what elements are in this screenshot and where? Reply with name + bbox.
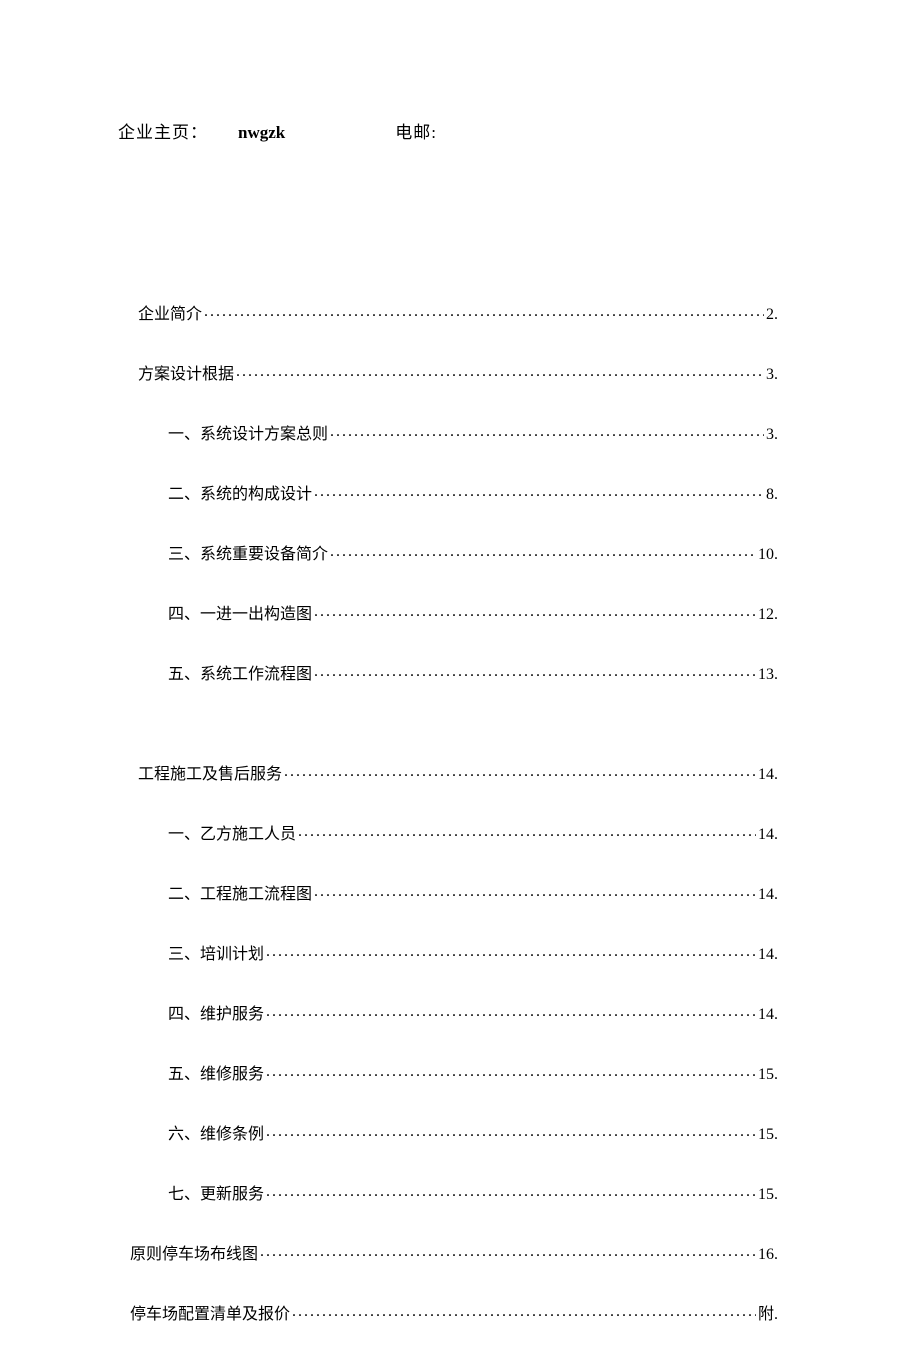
toc-label: 方案设计根据 (138, 360, 234, 384)
toc-leader-dots (314, 883, 756, 899)
toc-page-number: 8. (766, 486, 778, 504)
toc-item: 七、更新服务 15. (168, 1180, 778, 1204)
toc-leader-dots (236, 363, 764, 379)
toc-leader-dots (314, 663, 756, 679)
toc-page-number: 3. (766, 426, 778, 444)
toc-page-number: 3. (766, 366, 778, 384)
toc-page-number: 16. (758, 1246, 778, 1264)
toc-page-number: 13. (758, 666, 778, 684)
toc-label: 五、系统工作流程图 (168, 660, 312, 684)
toc-leader-dots (314, 603, 756, 619)
toc-page-number: 14. (758, 826, 778, 844)
toc-leader-dots (260, 1243, 756, 1259)
toc-item: 二、工程施工流程图 14. (168, 880, 778, 904)
header-line: 企业主页： nwgzk 电邮: (118, 118, 437, 143)
toc-label: 五、维修服务 (168, 1060, 264, 1084)
toc-leader-dots (266, 943, 756, 959)
header-email-label: 电邮: (395, 118, 437, 143)
toc-page-number: 14. (758, 766, 778, 784)
toc-item: 六、维修条例 15. (168, 1120, 778, 1144)
toc-item: 二、系统的构成设计 8. (168, 480, 778, 504)
toc-leader-dots (298, 823, 756, 839)
toc-page-number: 14. (758, 1006, 778, 1024)
toc-label: 二、工程施工流程图 (168, 880, 312, 904)
toc-leader-dots (266, 1183, 756, 1199)
toc-label: 原则停车场布线图 (130, 1240, 258, 1264)
toc-label: 企业简介 (138, 300, 202, 324)
toc-item: 企业简介 2. (138, 300, 778, 324)
toc-leader-dots (204, 303, 764, 319)
toc-leader-dots (266, 1003, 756, 1019)
toc-item: 三、培训计划 14. (168, 940, 778, 964)
toc-label: 二、系统的构成设计 (168, 480, 312, 504)
toc-page-number: 附. (758, 1300, 778, 1324)
toc-item: 一、系统设计方案总则 3. (168, 420, 778, 444)
header-homepage-value: nwgzk (238, 123, 285, 143)
toc-label: 一、系统设计方案总则 (168, 420, 328, 444)
toc-leader-dots (314, 483, 764, 499)
toc-leader-dots (330, 423, 764, 439)
toc-leader-dots (284, 763, 756, 779)
toc-label: 四、维护服务 (168, 1000, 264, 1024)
table-of-contents: 企业简介 2. 方案设计根据 3. 一、系统设计方案总则 3. 二、系统的构成设计 8. 三、系… (138, 300, 778, 1360)
toc-item: 方案设计根据 3. (138, 360, 778, 384)
toc-label: 三、培训计划 (168, 940, 264, 964)
toc-item: 四、一进一出构造图 12. (168, 600, 778, 624)
toc-page-number: 12. (758, 606, 778, 624)
toc-page-number: 14. (758, 886, 778, 904)
toc-page-number: 14. (758, 946, 778, 964)
toc-page-number: 15. (758, 1066, 778, 1084)
toc-item: 工程施工及售后服务 14. (138, 760, 778, 784)
toc-item: 五、维修服务 15. (168, 1060, 778, 1084)
toc-label: 三、系统重要设备简介 (168, 540, 328, 564)
toc-item: 一、乙方施工人员 14. (168, 820, 778, 844)
toc-page-number: 2. (766, 306, 778, 324)
header-homepage-label: 企业主页： (118, 118, 208, 143)
toc-label: 四、一进一出构造图 (168, 600, 312, 624)
toc-item: 四、维护服务 14. (168, 1000, 778, 1024)
toc-label: 六、维修条例 (168, 1120, 264, 1144)
toc-leader-dots (330, 543, 756, 559)
toc-item: 五、系统工作流程图 13. (168, 660, 778, 684)
toc-item: 原则停车场布线图 16. (130, 1240, 778, 1264)
toc-leader-dots (266, 1123, 756, 1139)
toc-item: 停车场配置清单及报价 附. (130, 1300, 778, 1324)
toc-page-number: 15. (758, 1126, 778, 1144)
toc-label: 一、乙方施工人员 (168, 820, 296, 844)
toc-label: 停车场配置清单及报价 (130, 1300, 290, 1324)
toc-item: 三、系统重要设备简介 10. (168, 540, 778, 564)
toc-page-number: 15. (758, 1186, 778, 1204)
toc-page-number: 10. (758, 546, 778, 564)
toc-label: 工程施工及售后服务 (138, 760, 282, 784)
toc-label: 七、更新服务 (168, 1180, 264, 1204)
toc-leader-dots (266, 1063, 756, 1079)
toc-leader-dots (292, 1303, 756, 1319)
toc-spacer (138, 720, 778, 760)
